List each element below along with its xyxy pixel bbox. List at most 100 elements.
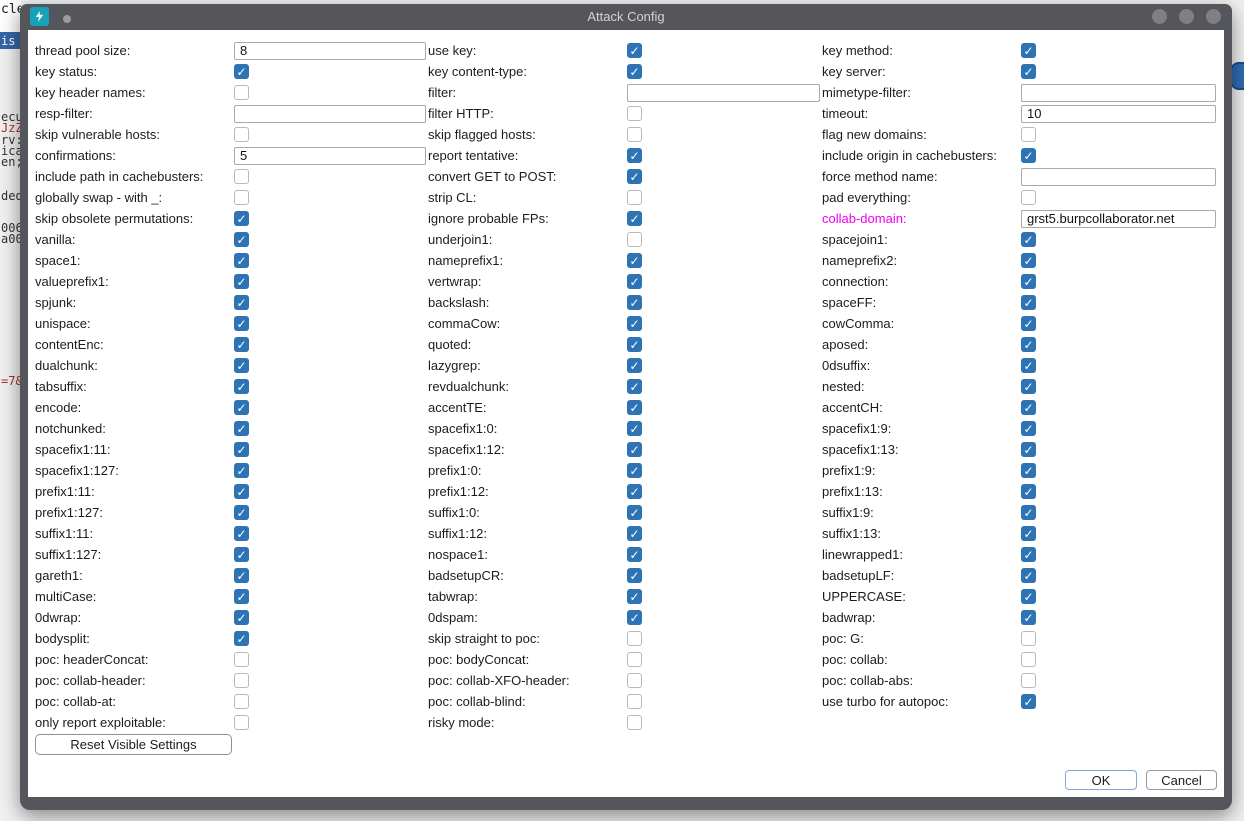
checkbox-0dsuffix[interactable]: ✓ bbox=[1021, 358, 1036, 373]
checkbox-spjunk[interactable]: ✓ bbox=[234, 295, 249, 310]
checkbox-revdualchunk[interactable]: ✓ bbox=[627, 379, 642, 394]
checkbox-badwrap[interactable]: ✓ bbox=[1021, 610, 1036, 625]
checkbox-nested[interactable]: ✓ bbox=[1021, 379, 1036, 394]
checkbox-tabsuffix[interactable]: ✓ bbox=[234, 379, 249, 394]
checkbox-linewrapped1[interactable]: ✓ bbox=[1021, 547, 1036, 562]
input-resp-filter[interactable] bbox=[234, 105, 426, 123]
checkbox-suffix1-127[interactable]: ✓ bbox=[234, 547, 249, 562]
checkbox-badsetuplf[interactable]: ✓ bbox=[1021, 568, 1036, 583]
checkbox-risky-mode[interactable] bbox=[627, 715, 642, 730]
checkbox-gareth1[interactable]: ✓ bbox=[234, 568, 249, 583]
checkbox-use-turbo-for-autopoc[interactable]: ✓ bbox=[1021, 694, 1036, 709]
checkbox-accentte[interactable]: ✓ bbox=[627, 400, 642, 415]
checkbox-globally-swap-with[interactable] bbox=[234, 190, 249, 205]
checkbox-prefix1-12[interactable]: ✓ bbox=[627, 484, 642, 499]
checkbox-flag-new-domains[interactable] bbox=[1021, 127, 1036, 142]
checkbox-filter-http[interactable] bbox=[627, 106, 642, 121]
checkbox-prefix1-11[interactable]: ✓ bbox=[234, 484, 249, 499]
checkbox-key-header-names[interactable] bbox=[234, 85, 249, 100]
checkbox-dualchunk[interactable]: ✓ bbox=[234, 358, 249, 373]
checkbox-spacejoin1[interactable]: ✓ bbox=[1021, 232, 1036, 247]
input-filter[interactable] bbox=[627, 84, 820, 102]
checkbox-suffix1-12[interactable]: ✓ bbox=[627, 526, 642, 541]
checkbox-prefix1-9[interactable]: ✓ bbox=[1021, 463, 1036, 478]
checkbox-poc-collab-at[interactable] bbox=[234, 694, 249, 709]
checkbox-key-server[interactable]: ✓ bbox=[1021, 64, 1036, 79]
checkbox-convert-get-to-post[interactable]: ✓ bbox=[627, 169, 642, 184]
checkbox-valueprefix1[interactable]: ✓ bbox=[234, 274, 249, 289]
checkbox-uppercase[interactable]: ✓ bbox=[1021, 589, 1036, 604]
checkbox-bodysplit[interactable]: ✓ bbox=[234, 631, 249, 646]
checkbox-strip-cl[interactable] bbox=[627, 190, 642, 205]
window-button-minimize[interactable] bbox=[1152, 9, 1167, 24]
checkbox-spacefix1-13[interactable]: ✓ bbox=[1021, 442, 1036, 457]
input-force-method-name[interactable] bbox=[1021, 168, 1216, 186]
checkbox-backslash[interactable]: ✓ bbox=[627, 295, 642, 310]
checkbox-accentch[interactable]: ✓ bbox=[1021, 400, 1036, 415]
checkbox-prefix1-127[interactable]: ✓ bbox=[234, 505, 249, 520]
checkbox-report-tentative[interactable]: ✓ bbox=[627, 148, 642, 163]
checkbox-ignore-probable-fps[interactable]: ✓ bbox=[627, 211, 642, 226]
checkbox-key-status[interactable]: ✓ bbox=[234, 64, 249, 79]
checkbox-skip-vulnerable-hosts[interactable] bbox=[234, 127, 249, 142]
checkbox-poc-collab[interactable] bbox=[1021, 652, 1036, 667]
checkbox-nameprefix1[interactable]: ✓ bbox=[627, 253, 642, 268]
checkbox-skip-obsolete-permutations[interactable]: ✓ bbox=[234, 211, 249, 226]
window-button-maximize[interactable] bbox=[1179, 9, 1194, 24]
checkbox-unispace[interactable]: ✓ bbox=[234, 316, 249, 331]
checkbox-nameprefix2[interactable]: ✓ bbox=[1021, 253, 1036, 268]
checkbox-only-report-exploitable[interactable] bbox=[234, 715, 249, 730]
input-timeout[interactable] bbox=[1021, 105, 1216, 123]
checkbox-nospace1[interactable]: ✓ bbox=[627, 547, 642, 562]
checkbox-suffix1-11[interactable]: ✓ bbox=[234, 526, 249, 541]
checkbox-multicase[interactable]: ✓ bbox=[234, 589, 249, 604]
window-button-close[interactable] bbox=[1206, 9, 1221, 24]
checkbox-poc-g[interactable] bbox=[1021, 631, 1036, 646]
input-thread-pool-size[interactable] bbox=[234, 42, 426, 60]
checkbox-notchunked[interactable]: ✓ bbox=[234, 421, 249, 436]
checkbox-space1[interactable]: ✓ bbox=[234, 253, 249, 268]
checkbox-poc-collab-abs[interactable] bbox=[1021, 673, 1036, 688]
checkbox-underjoin1[interactable] bbox=[627, 232, 642, 247]
reset-visible-settings-button[interactable]: Reset Visible Settings bbox=[35, 734, 232, 755]
checkbox-include-origin-in-cachebusters[interactable]: ✓ bbox=[1021, 148, 1036, 163]
checkbox-prefix1-0[interactable]: ✓ bbox=[627, 463, 642, 478]
checkbox-pad-everything[interactable] bbox=[1021, 190, 1036, 205]
checkbox-0dspam[interactable]: ✓ bbox=[627, 610, 642, 625]
checkbox-suffix1-13[interactable]: ✓ bbox=[1021, 526, 1036, 541]
cancel-button[interactable]: Cancel bbox=[1146, 770, 1217, 790]
checkbox-use-key[interactable]: ✓ bbox=[627, 43, 642, 58]
checkbox-badsetupcr[interactable]: ✓ bbox=[627, 568, 642, 583]
checkbox-0dwrap[interactable]: ✓ bbox=[234, 610, 249, 625]
titlebar[interactable]: Attack Config bbox=[20, 4, 1232, 30]
ok-button[interactable]: OK bbox=[1065, 770, 1137, 790]
checkbox-key-content-type[interactable]: ✓ bbox=[627, 64, 642, 79]
checkbox-vertwrap[interactable]: ✓ bbox=[627, 274, 642, 289]
checkbox-include-path-in-cachebusters[interactable] bbox=[234, 169, 249, 184]
checkbox-suffix1-0[interactable]: ✓ bbox=[627, 505, 642, 520]
checkbox-spacefix1-12[interactable]: ✓ bbox=[627, 442, 642, 457]
checkbox-encode[interactable]: ✓ bbox=[234, 400, 249, 415]
checkbox-poc-collab-header[interactable] bbox=[234, 673, 249, 688]
checkbox-poc-bodyconcat[interactable] bbox=[627, 652, 642, 667]
checkbox-skip-straight-to-poc[interactable] bbox=[627, 631, 642, 646]
checkbox-cowcomma[interactable]: ✓ bbox=[1021, 316, 1036, 331]
checkbox-poc-collab-blind[interactable] bbox=[627, 694, 642, 709]
checkbox-spacefix1-127[interactable]: ✓ bbox=[234, 463, 249, 478]
checkbox-lazygrep[interactable]: ✓ bbox=[627, 358, 642, 373]
checkbox-vanilla[interactable]: ✓ bbox=[234, 232, 249, 247]
checkbox-contentenc[interactable]: ✓ bbox=[234, 337, 249, 352]
checkbox-spacefix1-9[interactable]: ✓ bbox=[1021, 421, 1036, 436]
checkbox-poc-headerconcat[interactable] bbox=[234, 652, 249, 667]
checkbox-suffix1-9[interactable]: ✓ bbox=[1021, 505, 1036, 520]
input-confirmations[interactable] bbox=[234, 147, 426, 165]
checkbox-poc-collab-xfo-header[interactable] bbox=[627, 673, 642, 688]
input-collab-domain[interactable] bbox=[1021, 210, 1216, 228]
checkbox-quoted[interactable]: ✓ bbox=[627, 337, 642, 352]
checkbox-key-method[interactable]: ✓ bbox=[1021, 43, 1036, 58]
checkbox-connection[interactable]: ✓ bbox=[1021, 274, 1036, 289]
checkbox-spaceff[interactable]: ✓ bbox=[1021, 295, 1036, 310]
checkbox-spacefix1-11[interactable]: ✓ bbox=[234, 442, 249, 457]
checkbox-spacefix1-0[interactable]: ✓ bbox=[627, 421, 642, 436]
input-mimetype-filter[interactable] bbox=[1021, 84, 1216, 102]
